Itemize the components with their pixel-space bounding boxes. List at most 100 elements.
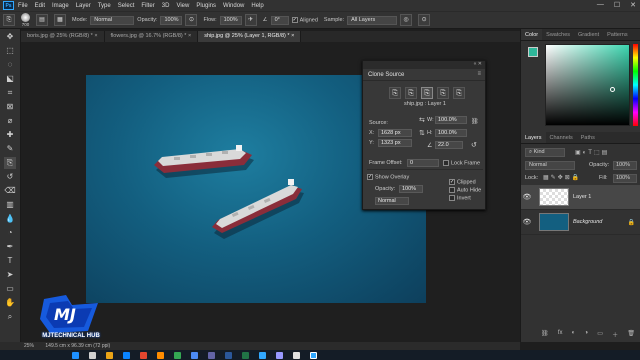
history-brush-tool-icon[interactable]: ↺ [4,171,16,183]
menu-view[interactable]: View [176,3,189,9]
clipped-checkbox[interactable]: ✓ Clipped [449,179,476,185]
link-icon[interactable]: ⛓ [471,118,479,125]
menu-filter[interactable]: Filter [141,3,154,9]
offset-y-field[interactable]: 1323 px [378,139,412,147]
collapse-panel-icon[interactable]: « ✕ [474,61,482,67]
maximize-button[interactable]: ☐ [614,1,620,9]
foreground-color-swatch[interactable] [528,47,538,57]
app-icon[interactable] [208,351,215,359]
flip-vertical-icon[interactable]: ⇅ [419,129,425,137]
layer-filter-kind-select[interactable]: ⌕ Kind [525,148,565,157]
brush-preset-picker[interactable]: 700 [21,13,30,27]
menu-edit[interactable]: Edit [35,3,45,9]
new-layer-icon[interactable]: ＋ [612,330,618,339]
height-field[interactable]: 100.0% [435,129,467,137]
source-2-icon[interactable]: ⎘ [405,87,417,99]
source-1-icon[interactable]: ⎘ [389,87,401,99]
menu-plugins[interactable]: Plugins [196,3,216,9]
tab-patterns[interactable]: Patterns [603,29,631,40]
type-tool-icon[interactable]: T [4,255,16,267]
tab-boris[interactable]: boris.jpg @ 25% (RGB/8) * × [21,31,105,42]
dodge-tool-icon[interactable]: ◔ [4,227,16,239]
menu-file[interactable]: File [18,3,28,9]
chrome-icon[interactable] [174,351,181,359]
layer-row-layer-1[interactable]: 👁 Layer 1 [521,185,640,210]
angle-field[interactable]: 22.0 [435,141,463,149]
auto-hide-checkbox[interactable]: Auto Hide [449,187,481,193]
windows-start-icon[interactable] [72,351,79,359]
aligned-checkbox[interactable]: ✓ Aligned [291,16,318,23]
pressure-opacity-icon[interactable]: ⊙ [185,14,198,26]
layer-row-background[interactable]: 👁 Background 🔒 [521,210,640,235]
menu-select[interactable]: Select [118,3,135,9]
adjustment-layer-icon[interactable]: ◑ [584,330,588,339]
word-icon[interactable] [225,351,232,359]
gradient-tool-icon[interactable]: ▥ [4,199,16,211]
flow-field[interactable]: 100% [219,15,242,25]
width-field[interactable]: 100.0% [435,116,467,124]
clone-stamp-tool-icon[interactable]: ⎘ [4,157,16,169]
panel-drag-bar[interactable]: « ✕ [363,61,485,69]
hand-tool-icon[interactable]: ✋ [4,297,16,309]
fill-field[interactable]: 100% [613,174,637,183]
pressure-size-icon[interactable]: ⊙ [418,14,431,26]
menu-3d[interactable]: 3D [162,3,170,9]
frame-offset-field[interactable]: 0 [407,159,439,167]
source-4-icon[interactable]: ⎘ [437,87,449,99]
healing-tool-icon[interactable]: ✚ [4,129,16,141]
tab-swatches[interactable]: Swatches [542,29,574,40]
lock-icons[interactable]: ▦✎✥⊠🔒 [543,174,581,181]
color-picker-field[interactable] [545,44,630,126]
shape-tool-icon[interactable]: ▭ [4,283,16,295]
minimize-button[interactable]: — [597,1,604,9]
color-picker-handle[interactable] [610,87,615,92]
tab-layers[interactable]: Layers [521,132,546,143]
visibility-eye-icon[interactable]: 👁 [521,218,533,226]
app-icon[interactable] [293,351,300,359]
zoom-tool-icon[interactable]: ⌕ [4,311,16,323]
close-window-button[interactable]: ✕ [630,1,636,9]
offset-x-field[interactable]: 1628 px [378,129,412,137]
tab-paths[interactable]: Paths [577,132,599,143]
premiere-taskbar-icon[interactable] [276,351,283,359]
brush-tool-icon[interactable]: ✎ [4,143,16,155]
lasso-tool-icon[interactable]: ◌ [4,59,16,71]
layer-opacity-field[interactable]: 100% [613,161,637,170]
tab-flowers[interactable]: flowers.jpg @ 16.7% (RGB/8) * × [104,31,199,42]
source-3-icon[interactable]: ⎘ [421,87,433,99]
panel-menu-icon[interactable]: ≡ [477,71,481,77]
layer-name[interactable]: Background [573,219,602,225]
clone-source-panel-icon[interactable]: ▦ [54,14,66,26]
ignore-adjustment-icon[interactable]: ◎ [400,14,413,26]
path-select-tool-icon[interactable]: ➤ [4,269,16,281]
mode-select[interactable]: Normal [90,15,135,25]
tab-channels[interactable]: Channels [546,132,577,143]
app-icon[interactable] [191,351,198,359]
opacity-field[interactable]: 100% [160,15,183,25]
sample-select[interactable]: All Layers [347,15,398,25]
show-overlay-checkbox[interactable]: ✓ Show Overlay [367,174,409,180]
file-explorer-icon[interactable] [106,351,113,359]
visibility-eye-icon[interactable]: 👁 [521,193,533,201]
tab-ship[interactable]: ship.jpg @ 25% (Layer 1, RGB/8) * × [198,31,302,42]
angle-field[interactable]: 0° [270,15,289,25]
pen-tool-icon[interactable]: ✒ [4,241,16,253]
airbrush-icon[interactable]: ✈ [244,14,257,26]
invert-checkbox[interactable]: Invert [449,195,471,201]
move-tool-icon[interactable]: ✥ [4,31,16,43]
menu-window[interactable]: Window [223,3,244,9]
clone-stamp-icon[interactable]: ⎘ [3,14,15,26]
photoshop-taskbar-icon[interactable] [259,351,266,359]
clone-source-title[interactable]: Clone Source [363,69,485,81]
source-5-icon[interactable]: ⎘ [453,87,465,99]
menu-help[interactable]: Help [251,3,263,9]
search-icon[interactable] [89,351,96,359]
zoom-level[interactable]: 25% [24,343,34,349]
browser-icon[interactable] [123,351,130,359]
vlc-icon[interactable] [157,351,164,359]
new-group-icon[interactable]: ▭ [597,330,603,339]
object-select-tool-icon[interactable]: ⬕ [4,73,16,85]
tab-gradient[interactable]: Gradient [574,29,603,40]
photoshop-active-icon[interactable] [310,351,317,359]
eraser-tool-icon[interactable]: ⌫ [4,185,16,197]
